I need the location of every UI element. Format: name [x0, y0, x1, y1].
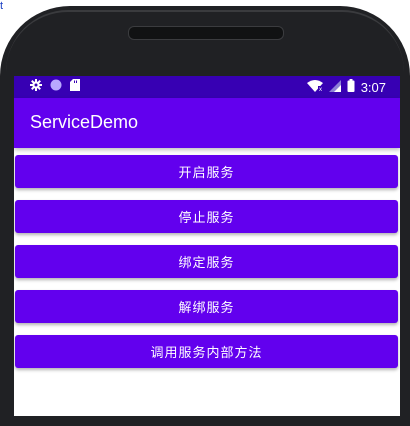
stop-service-button[interactable]: 停止服务 — [15, 200, 398, 233]
svg-text:x: x — [319, 87, 322, 92]
corner-text: t — [0, 0, 4, 12]
signal-icon — [328, 79, 341, 95]
app-bar: ServiceDemo — [14, 98, 400, 148]
bind-service-button[interactable]: 绑定服务 — [15, 245, 398, 278]
wifi-icon: x — [306, 79, 323, 95]
phone-edge — [6, 10, 404, 72]
status-bar: x 3:07 — [14, 76, 400, 98]
gear-icon — [30, 79, 42, 94]
sd-card-icon — [70, 79, 80, 94]
call-service-method-button[interactable]: 调用服务内部方法 — [15, 335, 398, 368]
device-screen: x 3:07 ServiceDemo 开启服务 停止服务 绑定服务 解绑服务 调… — [14, 76, 400, 416]
app-title: ServiceDemo — [30, 112, 139, 132]
status-time: 3:07 — [360, 79, 386, 95]
circle-icon — [50, 79, 62, 94]
button-list: 开启服务 停止服务 绑定服务 解绑服务 调用服务内部方法 — [14, 148, 400, 368]
start-service-button[interactable]: 开启服务 — [15, 155, 398, 188]
unbind-service-button[interactable]: 解绑服务 — [15, 290, 398, 323]
speaker-grille — [128, 26, 284, 40]
battery-icon — [347, 79, 355, 95]
